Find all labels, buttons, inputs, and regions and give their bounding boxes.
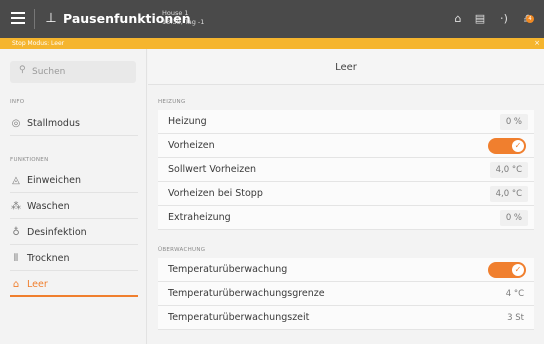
soak-icon: ◬ — [12, 175, 20, 186]
sidebar-item-label: Stallmodus — [27, 118, 80, 129]
status-strip: Stop Modus: Leer × — [0, 38, 544, 49]
sidebar-item-label: Desinfektion — [27, 227, 87, 238]
house-name: House 1 — [162, 9, 189, 17]
sidebar-item-trocknen[interactable]: ⦀ Trocknen — [10, 247, 138, 271]
sidebar-item-desinfektion[interactable]: ♁ Desinfektion — [10, 221, 138, 245]
stall-mode-icon: ◎ — [11, 118, 21, 129]
setting-row-temperaturueberwachungszeit[interactable]: Temperaturüberwachungszeit 3 St — [158, 306, 534, 330]
top-bar: ⊥ Pausenfunktionen House 1 13:38, Tag -1… — [0, 0, 544, 38]
bell-icon[interactable]: ♎ 4 — [520, 11, 536, 27]
dry-icon: ⦀ — [13, 253, 19, 264]
setting-value[interactable]: 4,0 °C — [489, 186, 528, 202]
setting-row-temperaturueberwachungsgrenze[interactable]: Temperaturüberwachungsgrenze 4 °C — [158, 282, 534, 306]
search-icon: ⚲ — [19, 65, 26, 75]
house-time: 13:38, Tag -1 — [162, 18, 205, 26]
setting-label: Temperaturüberwachungszeit — [168, 312, 310, 323]
sidebar-item-label: Leer — [27, 279, 48, 290]
check-icon: ✓ — [512, 264, 524, 276]
setting-label: Sollwert Vorheizen — [168, 164, 257, 175]
sidebar-item-einweichen[interactable]: ◬ Einweichen — [10, 169, 138, 193]
signal-icon[interactable]: ⋅) — [496, 11, 512, 27]
vorheizen-toggle[interactable]: ✓ — [488, 138, 526, 154]
close-icon[interactable]: × — [534, 38, 540, 49]
notification-badge: 4 — [526, 15, 534, 23]
setting-value[interactable]: 4 °C — [506, 288, 524, 300]
search-box[interactable]: ⚲ — [10, 61, 136, 83]
sidebar-item-label: Einweichen — [27, 175, 82, 186]
sidebar-item-label: Waschen — [27, 201, 70, 212]
divider — [34, 9, 35, 29]
setting-label: Temperaturüberwachung — [168, 264, 288, 275]
setting-label: Heizung — [168, 116, 207, 127]
search-input[interactable] — [32, 64, 130, 80]
setting-label: Vorheizen — [168, 140, 215, 151]
sidebar: ⚲ INFO ◎ Stallmodus FUNKTIONEN ◬ Einweic… — [0, 49, 147, 344]
setting-label: Vorheizen bei Stopp — [168, 188, 263, 199]
wash-icon: ⁂ — [11, 201, 21, 212]
disinfection-icon: ♁ — [12, 227, 20, 238]
setting-row-vorheizen-bei-stopp[interactable]: Vorheizen bei Stopp 4,0 °C — [158, 182, 534, 206]
temperaturueberwachung-toggle[interactable]: ✓ — [488, 262, 526, 278]
main-panel: Leer HEIZUNG Heizung 0 % Vorheizen ✓ Sol… — [148, 49, 544, 344]
setting-row-vorheizen[interactable]: Vorheizen ✓ — [158, 134, 534, 158]
setting-label: Temperaturüberwachungsgrenze — [168, 288, 325, 299]
group-label-heizung: HEIZUNG — [158, 99, 186, 105]
group-label-ueberwachung: ÜBERWACHUNG — [158, 247, 206, 253]
status-text: Stop Modus: Leer — [12, 40, 65, 47]
section-label-funktionen: FUNKTIONEN — [10, 157, 49, 163]
setting-value[interactable]: 3 St — [507, 312, 524, 324]
section-label-info: INFO — [10, 99, 25, 105]
document-icon[interactable]: ▤ — [472, 11, 488, 27]
setting-value[interactable]: 0 % — [499, 114, 528, 130]
setting-value[interactable]: 4,0 °C — [489, 162, 528, 178]
home-icon[interactable]: ⌂ — [450, 11, 466, 27]
setting-row-sollwert-vorheizen[interactable]: Sollwert Vorheizen 4,0 °C — [158, 158, 534, 182]
house-info[interactable]: House 1 13:38, Tag -1 — [162, 9, 204, 27]
sidebar-item-label: Trocknen — [27, 253, 70, 264]
panel-header: Leer — [148, 49, 544, 85]
setting-row-extraheizung[interactable]: Extraheizung 0 % — [158, 206, 534, 230]
pause-function-icon: ⊥ — [45, 11, 57, 26]
setting-row-heizung[interactable]: Heizung 0 % — [158, 110, 534, 134]
sidebar-item-leer[interactable]: ⌂ Leer — [10, 273, 138, 297]
sidebar-item-stallmodus[interactable]: ◎ Stallmodus — [10, 112, 138, 136]
sidebar-item-waschen[interactable]: ⁂ Waschen — [10, 195, 138, 219]
setting-value[interactable]: 0 % — [499, 210, 528, 226]
setting-row-temperaturueberwachung[interactable]: Temperaturüberwachung ✓ — [158, 258, 534, 282]
setting-label: Extraheizung — [168, 212, 231, 223]
empty-icon: ⌂ — [12, 279, 20, 290]
panel-title: Leer — [335, 62, 357, 73]
check-icon: ✓ — [512, 140, 524, 152]
hamburger-icon[interactable] — [11, 12, 25, 26]
